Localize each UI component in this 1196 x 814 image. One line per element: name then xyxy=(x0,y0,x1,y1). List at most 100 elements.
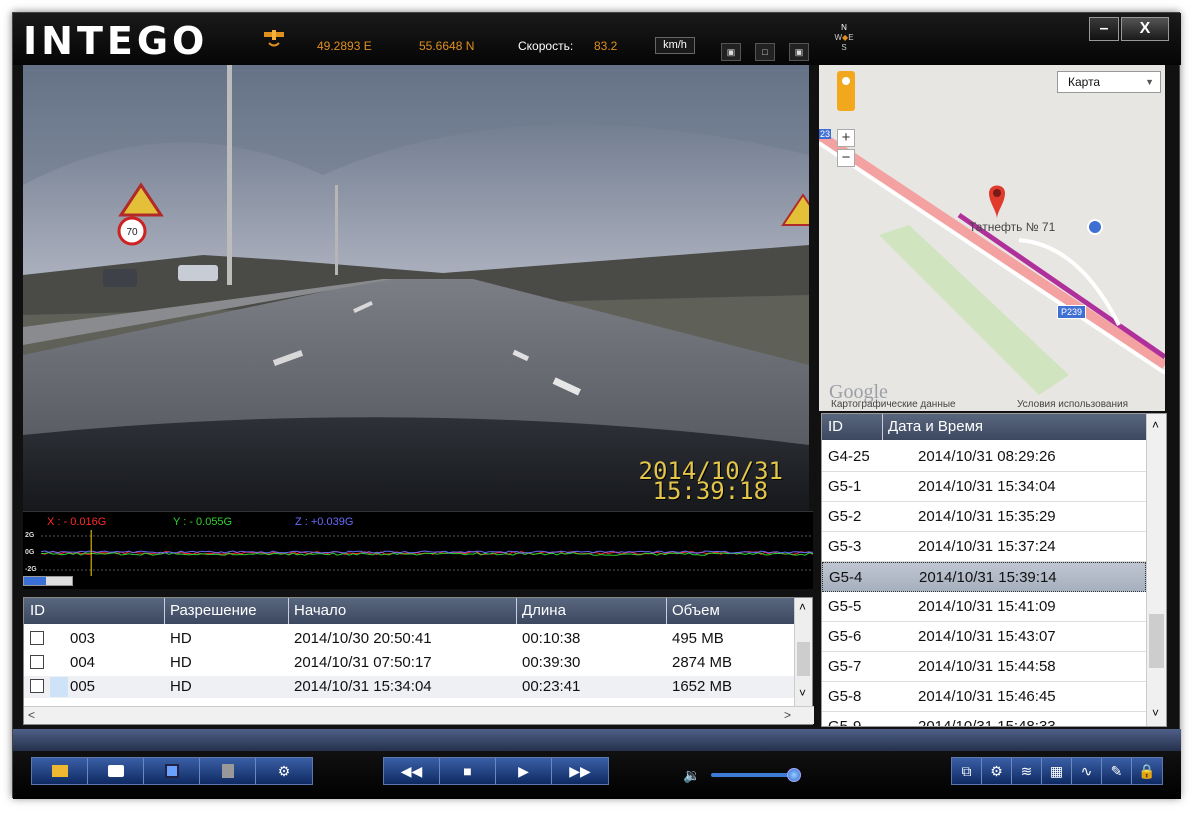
event-id: G5-8 xyxy=(828,688,862,705)
window-icon[interactable]: ⧉ xyxy=(952,758,982,784)
file-checkbox[interactable] xyxy=(30,679,44,693)
chevron-down-icon: ▼ xyxy=(1145,77,1154,87)
settings-icon[interactable]: ⚙ xyxy=(982,758,1012,784)
close-button[interactable]: X xyxy=(1121,17,1169,41)
event-id: G5-1 xyxy=(828,478,862,495)
row-focus-marker xyxy=(50,677,68,697)
speed-value: 83.2 xyxy=(594,39,618,53)
view-button-1[interactable]: ▣ xyxy=(721,43,741,61)
event-row[interactable]: G5-5 2014/10/31 15:41:09 xyxy=(822,592,1146,622)
scroll-up-icon[interactable]: ˄ xyxy=(799,600,806,614)
gear-icon[interactable]: ⚙ xyxy=(256,758,312,784)
fuel-icon xyxy=(1087,219,1103,235)
event-list-vscroll[interactable]: ˄ ˅ xyxy=(1146,414,1166,726)
lock-icon[interactable]: 🔒 xyxy=(1132,758,1162,784)
speed-unit-toggle[interactable]: km/h xyxy=(655,37,695,54)
gsensor-scrollbar[interactable] xyxy=(23,576,73,586)
event-row[interactable]: G5-3 2014/10/31 15:37:24 xyxy=(822,532,1146,562)
col-datetime[interactable]: Дата и Время xyxy=(888,418,983,435)
event-row[interactable]: G4-25 2014/10/31 08:29:26 xyxy=(822,442,1146,472)
minimize-button[interactable]: – xyxy=(1089,17,1119,41)
fast-forward-button[interactable]: ▶▶ xyxy=(552,758,608,784)
gsensor-graph[interactable]: X : - 0.016G Y : - 0.055G Z : +0.039G 2G… xyxy=(23,511,813,589)
col-event-id[interactable]: ID xyxy=(828,418,843,435)
file-list-hscroll[interactable]: < > xyxy=(24,706,814,724)
road-label: P239 xyxy=(1057,305,1087,319)
file-id: 003 xyxy=(70,630,96,647)
speed-sign: 70 xyxy=(126,227,138,238)
scroll-up-icon[interactable]: ˄ xyxy=(1152,418,1159,432)
rewind-button[interactable]: ◀◀ xyxy=(384,758,440,784)
volume-slider-handle[interactable] xyxy=(787,768,801,782)
file-resolution: HD xyxy=(170,654,192,671)
file-checkbox[interactable] xyxy=(30,655,44,669)
gsensor-x-label: X : - 0.016G xyxy=(47,516,107,528)
event-id: G5-5 xyxy=(828,598,862,615)
volume-icon[interactable]: 🔉 xyxy=(683,767,700,784)
event-id: G4-25 xyxy=(828,448,870,465)
save-icon[interactable] xyxy=(144,758,200,784)
event-row[interactable]: G5-2 2014/10/31 15:35:29 xyxy=(822,502,1146,532)
video-timestamp-time: 15:39:18 xyxy=(652,477,769,505)
gsensor-y-label: Y : - 0.055G xyxy=(173,516,233,528)
col-length[interactable]: Длина xyxy=(522,602,566,619)
gsensor-scroll-thumb[interactable] xyxy=(24,577,46,585)
satellite-icon xyxy=(264,30,284,47)
col-start[interactable]: Начало xyxy=(294,602,346,619)
view-button-2[interactable]: □ xyxy=(755,43,775,61)
event-datetime: 2014/10/31 08:29:26 xyxy=(918,448,1056,465)
map-view[interactable]: Карта ▼ 23 + − Татнефть № 71 P239 Google… xyxy=(819,65,1165,411)
view-button-3[interactable]: ▣ xyxy=(789,43,809,61)
event-row[interactable]: G5-1 2014/10/31 15:34:04 xyxy=(822,472,1146,502)
event-row[interactable]: G5-8 2014/10/31 15:46:45 xyxy=(822,682,1146,712)
event-datetime: 2014/10/31 15:41:09 xyxy=(918,598,1056,615)
poi-label: Татнефть № 71 xyxy=(969,220,1056,234)
event-row[interactable]: G5-7 2014/10/31 15:44:58 xyxy=(822,652,1146,682)
scroll-left-icon[interactable]: < xyxy=(28,708,35,722)
scroll-right-icon[interactable]: > xyxy=(784,708,791,722)
event-id: G5-4 xyxy=(829,569,863,586)
file-scroll-thumb[interactable] xyxy=(797,642,810,676)
folder-icon[interactable] xyxy=(32,758,88,784)
tick-2g: 2G xyxy=(25,532,35,539)
event-row[interactable]: G5-9 2014/10/31 15:48:33 xyxy=(822,712,1146,727)
zoom-in-button[interactable]: + xyxy=(837,129,855,147)
event-row[interactable]: G5-6 2014/10/31 15:43:07 xyxy=(822,622,1146,652)
map-type-select[interactable]: Карта ▼ xyxy=(1057,71,1161,93)
playback-group: ◀◀ ■ ▶ ▶▶ xyxy=(383,757,609,785)
map-data-label[interactable]: Картографические данные xyxy=(831,399,956,410)
col-id[interactable]: ID xyxy=(30,602,45,619)
event-row[interactable]: G5-4 2014/10/31 15:39:14 xyxy=(822,562,1146,592)
file-row[interactable]: 004 HD 2014/10/31 07:50:17 00:39:30 2874… xyxy=(24,652,796,674)
event-id: G5-6 xyxy=(828,628,862,645)
trash-icon[interactable] xyxy=(200,758,256,784)
map-canvas xyxy=(819,65,1165,411)
play-button[interactable]: ▶ xyxy=(496,758,552,784)
graph-icon[interactable]: ∿ xyxy=(1072,758,1102,784)
col-resolution[interactable]: Разрешение xyxy=(170,602,257,619)
file-length: 00:23:41 xyxy=(522,678,581,695)
volume-slider[interactable] xyxy=(711,773,791,777)
file-start: 2014/10/30 20:50:41 xyxy=(294,630,432,647)
event-scroll-thumb[interactable] xyxy=(1149,614,1164,668)
stop-button[interactable]: ■ xyxy=(440,758,496,784)
app-logo: INTEGO xyxy=(23,19,209,63)
wave-icon[interactable]: ≋ xyxy=(1012,758,1042,784)
zoom-out-button[interactable]: − xyxy=(837,149,855,167)
event-datetime: 2014/10/31 15:48:33 xyxy=(918,718,1056,727)
video-player[interactable]: 70 2014/10/31 15:39:18 xyxy=(23,65,809,511)
edit-icon[interactable]: ✎ xyxy=(1102,758,1132,784)
scroll-down-icon[interactable]: ˅ xyxy=(1152,706,1159,720)
scroll-down-icon[interactable]: ˅ xyxy=(799,686,806,700)
video-timestamp: 2014/10/31 15:39:18 xyxy=(639,459,784,505)
file-row[interactable]: 003 HD 2014/10/30 20:50:41 00:10:38 495 … xyxy=(24,628,796,650)
tools-group: ⧉ ⚙ ≋ ▦ ∿ ✎ 🔒 xyxy=(951,757,1163,785)
file-list-vscroll[interactable]: ˄ ˅ xyxy=(794,598,812,708)
map-icon[interactable]: ▦ xyxy=(1042,758,1072,784)
file-checkbox[interactable] xyxy=(30,631,44,645)
file-row[interactable]: 005 HD 2014/10/31 15:34:04 00:23:41 1652… xyxy=(24,676,796,698)
col-size[interactable]: Объем xyxy=(672,602,720,619)
camera-icon[interactable] xyxy=(88,758,144,784)
map-terms-link[interactable]: Условия использования xyxy=(1017,399,1128,410)
file-size: 1652 MB xyxy=(672,678,733,695)
